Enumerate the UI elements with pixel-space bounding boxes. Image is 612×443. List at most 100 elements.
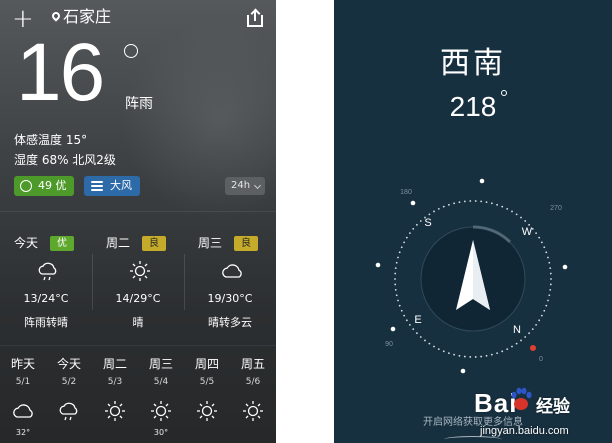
tick-mark: [394, 272, 397, 275]
wind-label: 大风: [110, 179, 132, 192]
forecast-day-today[interactable]: 今天 优 13/24°C 阵雨转晴: [0, 228, 92, 338]
tick-mark: [453, 202, 456, 205]
tick-mark: [538, 319, 541, 322]
tick-mark: [437, 207, 440, 210]
tick-mark: [412, 227, 415, 230]
tick-mark: [398, 304, 401, 307]
forecast-day-tuesday[interactable]: 周二 良 14/29°C 晴: [92, 228, 184, 338]
tick-mark: [545, 304, 548, 307]
heading-degrees: 218: [449, 91, 497, 122]
strip-temp: 30°: [153, 428, 169, 437]
day-condition: 阵雨转晴: [24, 316, 68, 329]
watermark-brand-cn: 经验: [536, 397, 570, 417]
tick-mark: [506, 348, 509, 351]
tick-mark: [547, 299, 549, 302]
strip-day: 周二: [102, 357, 127, 371]
direction-name: 西南: [440, 46, 506, 81]
humidity-wind: 湿度 68% 北风2级: [14, 153, 116, 167]
cardinal-s: S: [424, 217, 431, 229]
cloud-rain-icon: [38, 262, 57, 281]
tick-mark: [485, 354, 488, 357]
tick-mark: [394, 283, 397, 286]
tick-mark: [419, 336, 422, 338]
quality-badge: 良: [142, 236, 166, 251]
scale-label-270: 270: [550, 205, 562, 212]
tick-mark: [524, 220, 527, 222]
tick-mark: [490, 353, 493, 356]
tick-mark: [458, 354, 461, 357]
forecast-day-wednesday[interactable]: 周三 良 19/30°C 晴转多云: [184, 228, 276, 338]
tick-mark: [409, 232, 411, 235]
tick-mark: [415, 332, 418, 335]
cardinal-w: W: [522, 226, 533, 238]
cardinal-n: N: [513, 324, 521, 336]
tick-mark: [485, 201, 488, 204]
scale-label-180: 180: [400, 189, 412, 196]
strip-date: 5/5: [199, 377, 215, 387]
day-condition: 晴: [132, 316, 144, 329]
orbit-dot: [390, 326, 396, 332]
tick-mark: [458, 201, 461, 204]
tick-mark: [520, 216, 522, 219]
strip-date: 5/6: [245, 377, 261, 387]
tick-mark: [535, 323, 537, 326]
city-name[interactable]: 石家庄: [63, 7, 111, 27]
tick-mark: [442, 205, 445, 208]
sun-icon: [197, 401, 217, 421]
temperature-range: 13/24°C: [23, 292, 69, 305]
tick-mark: [515, 342, 518, 345]
compass-screen: 西南 218 S W E N 180 270 90 0 开启网络获取更多信息: [334, 0, 612, 443]
aqi-badge[interactable]: 49 优: [14, 176, 74, 196]
tick-mark: [469, 356, 472, 358]
interval-selector[interactable]: 24h: [225, 177, 265, 195]
strip-item[interactable]: 昨天 5/1 32°: [0, 356, 46, 443]
orbit-dot: [410, 200, 416, 206]
strip-item[interactable]: 周二 5/3: [92, 356, 138, 443]
tick-mark: [524, 336, 527, 338]
strip-item[interactable]: 周三 5/4 30°: [138, 356, 184, 443]
tick-mark: [394, 267, 397, 270]
tick-mark: [538, 236, 541, 239]
tick-mark: [409, 323, 411, 326]
scale-label-0: 0: [539, 356, 543, 363]
divider: [0, 211, 276, 212]
tick-mark: [412, 328, 415, 331]
strip-day: 周五: [240, 357, 265, 371]
tick-mark: [395, 294, 398, 297]
tick-mark: [448, 352, 450, 355]
strip-day: 昨天: [10, 357, 35, 371]
tick-mark: [433, 345, 435, 348]
day-name: 今天: [14, 236, 39, 250]
sun-icon: [151, 401, 171, 421]
orbit-dot: [375, 262, 381, 268]
tick-mark: [400, 246, 403, 249]
strip-item[interactable]: 周五 5/6: [230, 356, 276, 443]
tick-mark: [511, 345, 513, 348]
tick-mark: [415, 223, 418, 226]
tick-mark: [405, 236, 408, 239]
tick-mark: [548, 294, 551, 297]
strip-item[interactable]: 今天 5/2: [46, 356, 92, 443]
tick-mark: [528, 332, 531, 335]
tick-mark: [549, 272, 552, 275]
tick-mark: [540, 314, 543, 317]
strip-date: 5/1: [15, 377, 31, 387]
chevron-down-icon: [253, 181, 262, 190]
strip-date: 5/4: [153, 377, 169, 387]
tick-mark: [437, 348, 440, 351]
strip-item[interactable]: 周四 5/5: [184, 356, 230, 443]
wind-icon: [91, 185, 103, 187]
tick-mark: [394, 278, 396, 280]
orbit-dot: [460, 368, 466, 374]
wind-alert-badge[interactable]: 大风: [84, 176, 140, 196]
temperature-range: 14/29°C: [115, 292, 161, 305]
day-name: 周二: [106, 236, 131, 250]
share-icon[interactable]: [247, 8, 263, 27]
weather-screen: + 石家庄 16 阵雨 体感温度 15° 湿度 68% 北风2级 49 优 大风…: [0, 0, 276, 443]
strip-temp: 32°: [15, 428, 31, 437]
tick-mark: [549, 288, 552, 291]
compass-dial[interactable]: S W E N 180 270 90 0: [334, 160, 612, 400]
strip-day: 周四: [194, 357, 219, 371]
tick-mark: [543, 246, 546, 249]
tick-mark: [397, 299, 399, 302]
